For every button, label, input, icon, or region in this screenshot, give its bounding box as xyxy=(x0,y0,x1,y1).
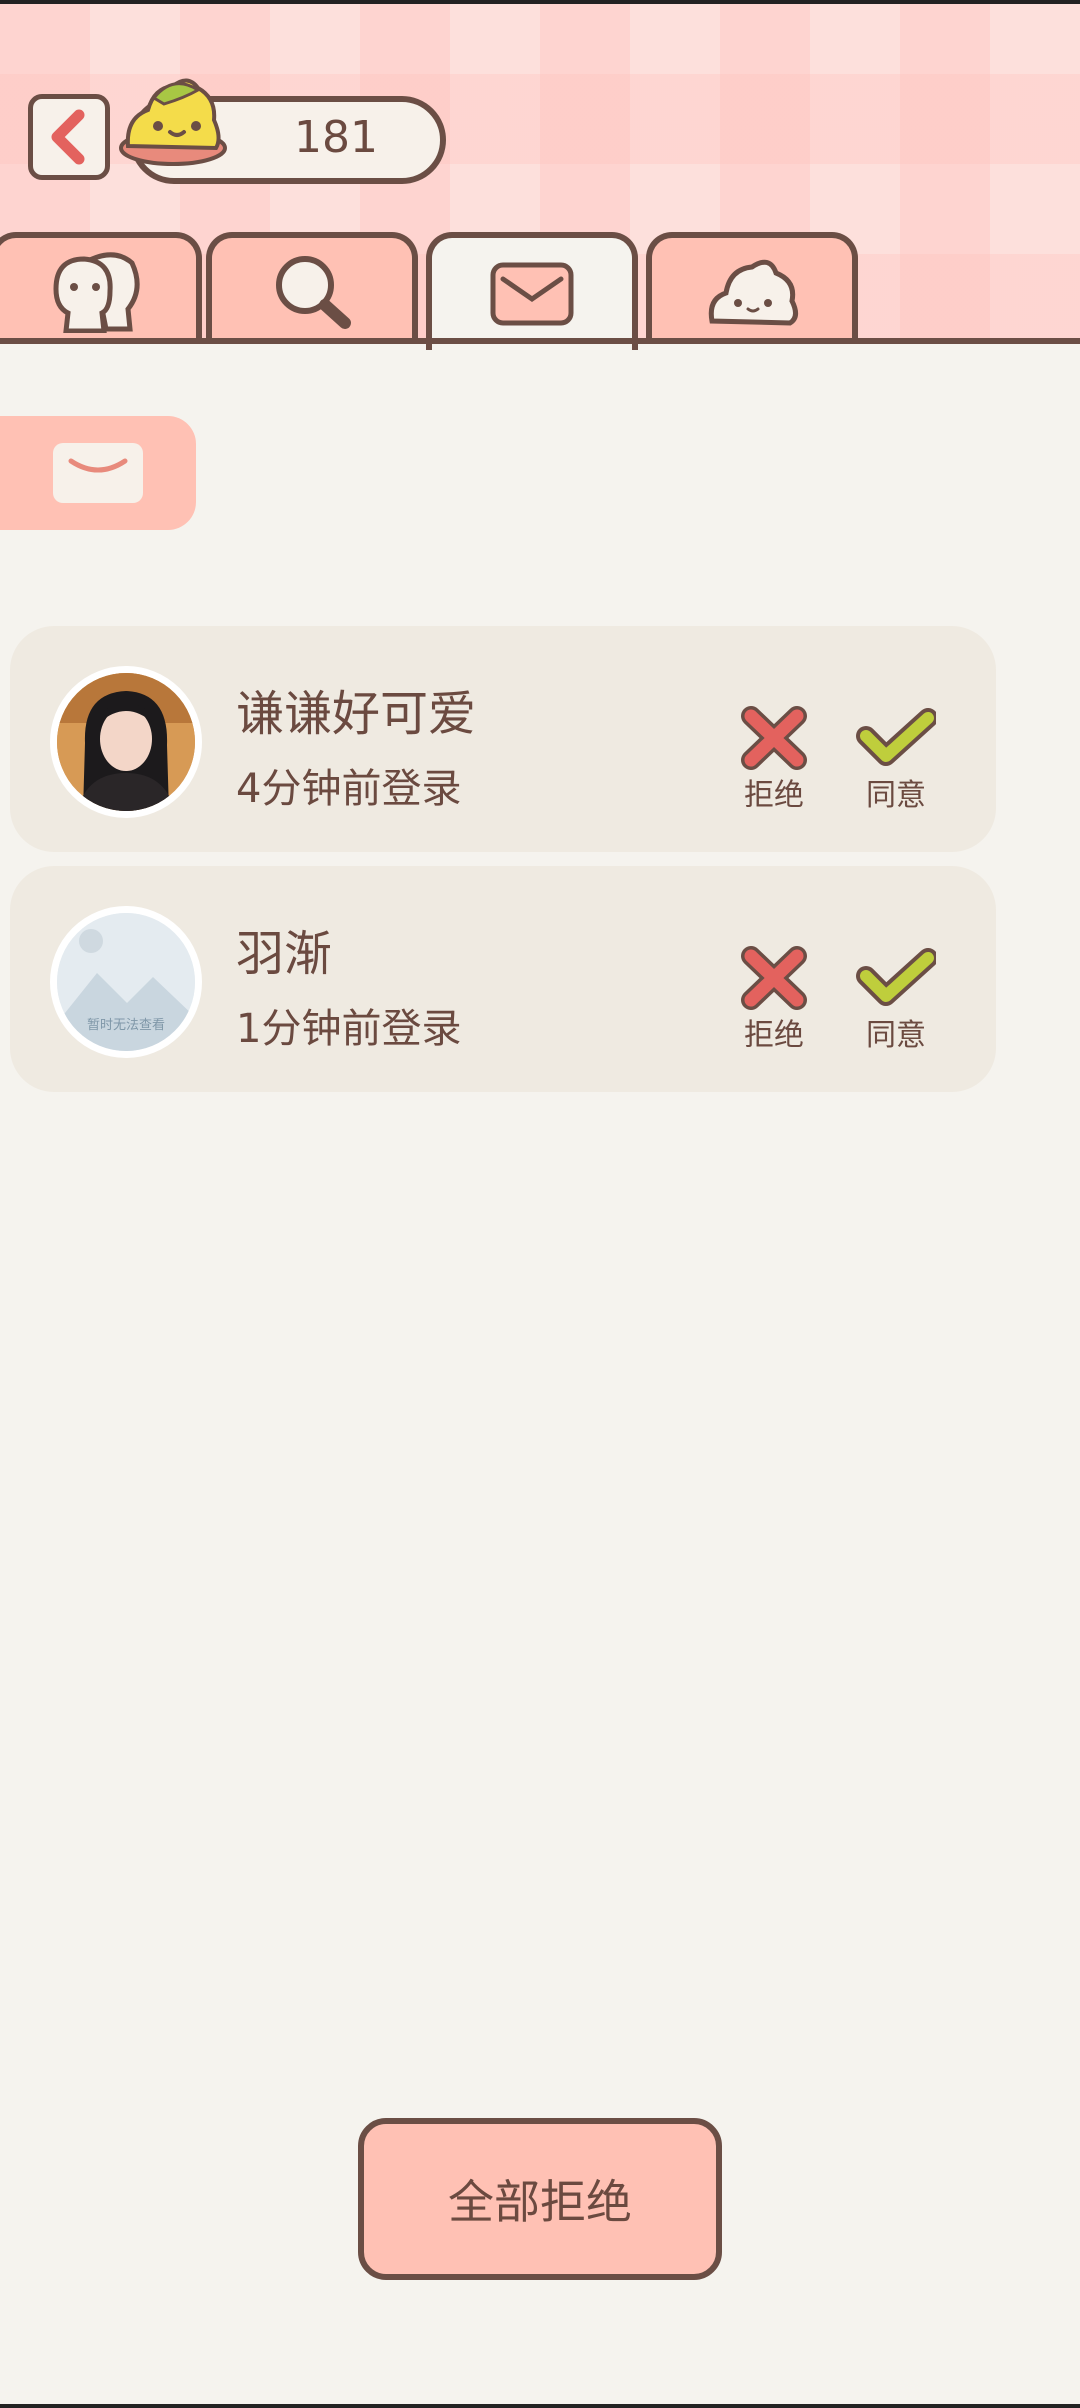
friend-request-card: 谦谦好可爱 4分钟前登录 拒绝 同意 xyxy=(10,626,996,852)
last-login-status: 1分钟前登录 xyxy=(236,1006,462,1052)
reject-all-button[interactable]: 全部拒绝 xyxy=(358,2118,722,2280)
tab-divider xyxy=(0,338,1080,344)
reject-x-icon xyxy=(741,706,807,770)
requester-name: 羽渐 xyxy=(236,926,333,982)
agree-button[interactable]: 同意 xyxy=(846,706,946,814)
avatar-placeholder: 暂时无法查看 xyxy=(50,906,202,1058)
tab-mascot[interactable] xyxy=(646,232,858,344)
coin-count: 181 xyxy=(294,112,378,163)
reject-x-icon xyxy=(741,946,807,1010)
bottom-edge xyxy=(0,2404,1080,2408)
tab-friends[interactable] xyxy=(0,232,202,344)
mascot-icon xyxy=(708,259,798,326)
search-icon xyxy=(276,256,351,329)
friends-icon xyxy=(53,252,140,333)
avatar xyxy=(50,666,202,818)
mail-icon xyxy=(490,262,574,326)
agree-label: 同意 xyxy=(866,1018,926,1053)
reject-label: 拒绝 xyxy=(744,1018,804,1053)
last-login-status: 4分钟前登录 xyxy=(236,766,462,812)
section-mail-badge xyxy=(0,416,196,530)
mascot-coin-icon xyxy=(119,78,227,166)
friend-request-card: 暂时无法查看 羽渐 1分钟前登录 拒绝 同意 xyxy=(10,866,996,1092)
requester-name: 谦谦好可爱 xyxy=(236,686,477,742)
checkmark-icon xyxy=(856,708,938,766)
agree-button[interactable]: 同意 xyxy=(846,946,946,1054)
agree-label: 同意 xyxy=(866,778,926,813)
tab-search[interactable] xyxy=(206,232,418,344)
mail-icon xyxy=(53,443,143,503)
header-bar: 181 xyxy=(0,0,1080,350)
tab-mail[interactable] xyxy=(426,232,638,350)
chevron-left-icon xyxy=(51,109,85,165)
checkmark-icon xyxy=(856,948,938,1006)
reject-label: 拒绝 xyxy=(744,778,804,813)
back-button[interactable] xyxy=(28,94,110,180)
avatar-placeholder-text: 暂时无法查看 xyxy=(87,1017,165,1033)
avatar-photo xyxy=(57,673,195,811)
reject-button[interactable]: 拒绝 xyxy=(724,946,824,1054)
image-unavailable-icon: 暂时无法查看 xyxy=(57,913,195,1051)
reject-button[interactable]: 拒绝 xyxy=(724,706,824,814)
